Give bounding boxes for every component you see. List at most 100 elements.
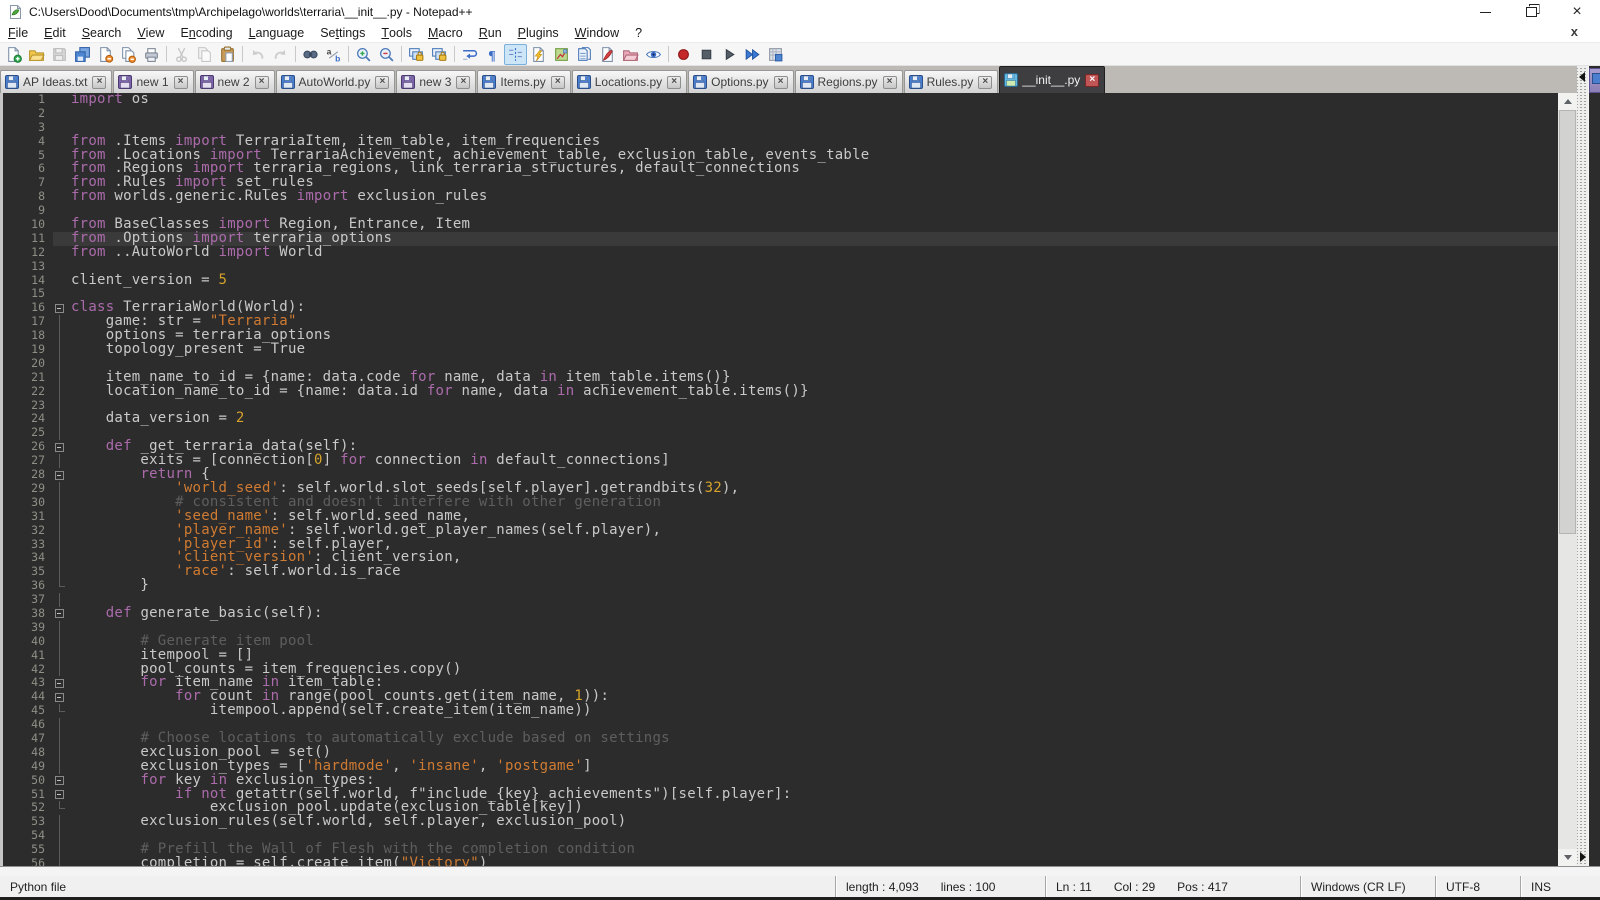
tab-close-icon[interactable]: × — [667, 76, 681, 89]
tab-close-icon[interactable]: × — [774, 76, 788, 89]
fold-marker-icon[interactable] — [53, 774, 67, 788]
save-file-button[interactable] — [48, 44, 71, 65]
fold-marker-icon[interactable] — [53, 301, 67, 315]
macro-record-button[interactable] — [672, 44, 695, 65]
fold-marker-icon[interactable] — [53, 676, 67, 690]
document-list-button[interactable] — [573, 44, 596, 65]
menu-encoding[interactable]: Encoding — [172, 24, 240, 42]
menu-tools[interactable]: Tools — [373, 24, 420, 42]
tab-close-icon[interactable]: × — [1085, 74, 1099, 87]
tab-items.py[interactable]: Items.py× — [477, 70, 570, 93]
menu-run[interactable]: Run — [471, 24, 510, 42]
code-line[interactable]: 8from worlds.generic.Rules import exclus… — [3, 190, 1558, 204]
macro-stop-button[interactable] — [695, 44, 718, 65]
macro-play-button[interactable] — [718, 44, 741, 65]
tab-options.py[interactable]: Options.py× — [688, 70, 793, 93]
redo-button[interactable] — [269, 44, 292, 65]
tab-close-icon[interactable]: × — [375, 76, 389, 89]
find-button[interactable] — [299, 44, 322, 65]
code-line[interactable]: 14client_version = 5 — [3, 274, 1558, 288]
tab-close-icon[interactable]: × — [174, 76, 188, 89]
close-all-button[interactable] — [117, 44, 140, 65]
tab-ap-ideas.txt[interactable]: AP Ideas.txt× — [0, 70, 112, 93]
macro-save-button[interactable] — [764, 44, 787, 65]
cut-button[interactable] — [170, 44, 193, 65]
tab-close-icon[interactable]: × — [92, 76, 106, 89]
zoom-out-button[interactable] — [375, 44, 398, 65]
menu-file[interactable]: File — [0, 24, 36, 42]
code-line[interactable]: 27 exits = [connection[0] for connection… — [3, 454, 1558, 468]
fold-marker-icon[interactable] — [53, 788, 67, 802]
save-all-button[interactable] — [71, 44, 94, 65]
show-all-characters-button[interactable]: ¶ — [481, 44, 504, 65]
code-line[interactable]: 13 — [3, 260, 1558, 274]
code-line[interactable]: 22 location_name_to_id = {name: data.id … — [3, 385, 1558, 399]
code-line[interactable]: 12from ..AutoWorld import World — [3, 246, 1558, 260]
collapse-left-icon[interactable] — [1579, 72, 1585, 82]
code-line[interactable]: 1import os — [3, 93, 1558, 107]
minimize-button[interactable] — [1462, 0, 1508, 24]
tab-close-icon[interactable]: × — [883, 76, 897, 89]
code-editor[interactable]: 1import os234from .Items import Terraria… — [0, 93, 1558, 866]
monitoring-button[interactable] — [642, 44, 665, 65]
menu-view[interactable]: View — [129, 24, 172, 42]
sync-horizontal-scroll-button[interactable] — [428, 44, 451, 65]
replace-button[interactable]: ab — [322, 44, 345, 65]
menu-window[interactable]: Window — [567, 24, 627, 42]
indent-guide-button[interactable] — [504, 44, 527, 65]
menu-edit[interactable]: Edit — [36, 24, 74, 42]
code-line[interactable]: 56 completion = self.create_item("Victor… — [3, 857, 1558, 866]
status-encoding[interactable]: UTF-8 — [1435, 876, 1520, 897]
scroll-down-icon[interactable] — [1558, 849, 1577, 866]
print-button[interactable] — [140, 44, 163, 65]
menu-language[interactable]: Language — [241, 24, 313, 42]
fold-marker-icon[interactable] — [53, 468, 67, 482]
undo-button[interactable] — [246, 44, 269, 65]
code-line[interactable]: 36 } — [3, 579, 1558, 593]
function-list-button[interactable] — [527, 44, 550, 65]
status-eol-format[interactable]: Windows (CR LF) — [1300, 876, 1435, 897]
word-wrap-button[interactable] — [458, 44, 481, 65]
menu-settings[interactable]: Settings — [312, 24, 373, 42]
zoom-in-button[interactable] — [352, 44, 375, 65]
tab-close-icon[interactable]: × — [255, 76, 269, 89]
user-defined-language-button[interactable] — [596, 44, 619, 65]
code-line[interactable]: 35 'race': self.world.is_race — [3, 565, 1558, 579]
fold-marker-icon[interactable] — [53, 607, 67, 621]
vertical-scrollbar[interactable] — [1558, 93, 1577, 866]
menubar-close-icon[interactable]: x — [1571, 24, 1578, 39]
open-file-button[interactable] — [25, 44, 48, 65]
copy-button[interactable] — [193, 44, 216, 65]
menu-plugins[interactable]: Plugins — [510, 24, 567, 42]
tab-rules.py[interactable]: Rules.py× — [904, 70, 999, 93]
status-insert-mode[interactable]: INS — [1520, 876, 1600, 897]
scrollbar-thumb[interactable] — [1559, 110, 1576, 534]
fold-marker-icon[interactable] — [53, 690, 67, 704]
menu-search[interactable]: Search — [74, 24, 130, 42]
new-file-button[interactable] — [2, 44, 25, 65]
menu-help[interactable]: ? — [627, 24, 650, 42]
code-line[interactable]: 53 exclusion_rules(self.world, self.play… — [3, 815, 1558, 829]
sync-vertical-scroll-button[interactable] — [405, 44, 428, 65]
folder-as-workspace-button[interactable] — [619, 44, 642, 65]
code-line[interactable]: 45 itempool.append(self.create_item(item… — [3, 704, 1558, 718]
code-line[interactable]: 19 topology_present = True — [3, 343, 1558, 357]
close-button[interactable]: × — [1554, 0, 1600, 24]
collapse-right-icon[interactable] — [1580, 852, 1586, 862]
tab-close-icon[interactable]: × — [978, 76, 992, 89]
restore-button[interactable] — [1508, 0, 1554, 24]
view-splitter[interactable] — [1577, 66, 1588, 872]
tab-close-icon[interactable]: × — [551, 76, 565, 89]
tab-new-1[interactable]: new 1× — [113, 70, 193, 93]
close-file-button[interactable] — [94, 44, 117, 65]
code-line[interactable]: 38 def generate_basic(self): — [3, 607, 1558, 621]
menu-macro[interactable]: Macro — [420, 24, 471, 42]
fold-marker-icon[interactable] — [53, 440, 67, 454]
tab-new-3[interactable]: new 3× — [396, 70, 476, 93]
second-view-tab[interactable] — [1589, 68, 1600, 93]
tab-regions.py[interactable]: Regions.py× — [795, 70, 903, 93]
tab-new-2[interactable]: new 2× — [195, 70, 275, 93]
tab-locations.py[interactable]: Locations.py× — [572, 70, 687, 93]
tab-autoworld.py[interactable]: AutoWorld.py× — [276, 70, 396, 93]
paste-button[interactable] — [216, 44, 239, 65]
